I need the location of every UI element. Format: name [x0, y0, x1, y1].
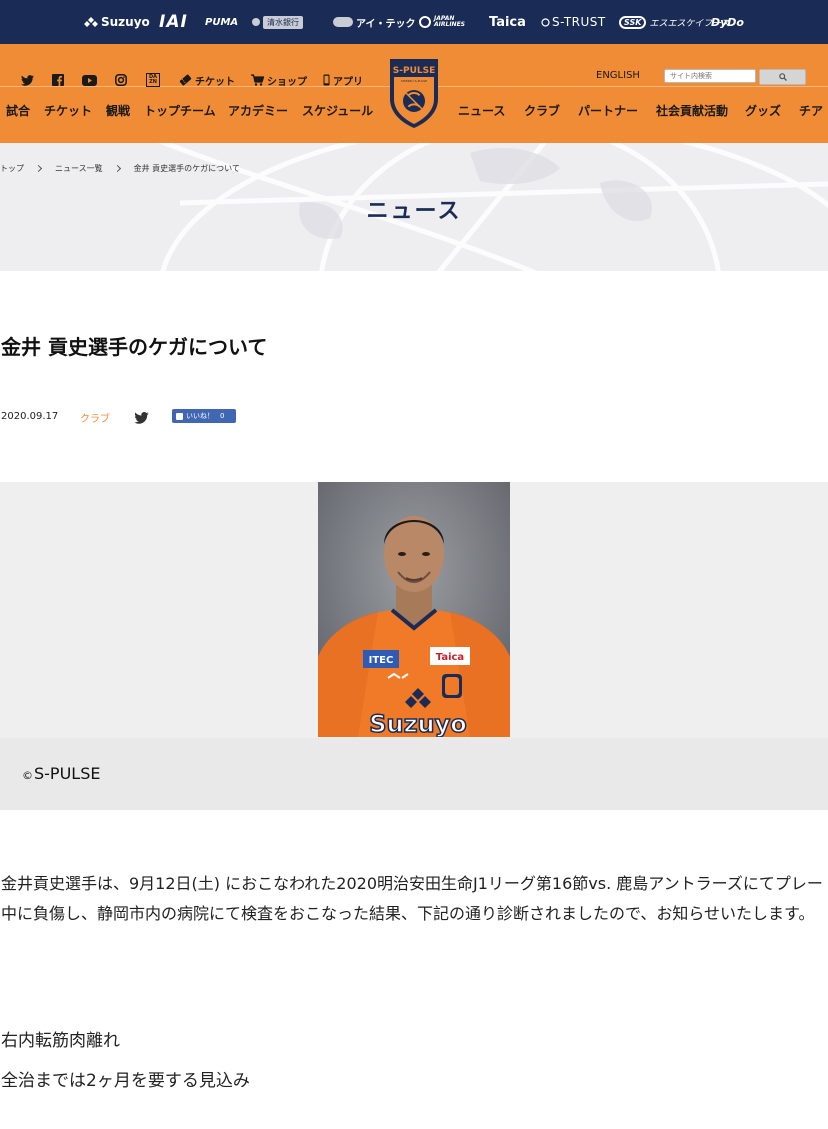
nav-tickets[interactable]: チケット — [44, 102, 92, 119]
breadcrumb-top[interactable]: トップ — [0, 163, 24, 174]
search-button[interactable] — [759, 69, 806, 85]
site-search-input[interactable] — [664, 69, 756, 83]
jal-crane-icon — [419, 16, 431, 28]
suzuyo-mark-icon — [84, 17, 98, 27]
nav-cheer[interactable]: チア — [799, 102, 823, 119]
ticket-icon — [179, 74, 192, 86]
nav-academy[interactable]: アカデミー — [228, 102, 288, 119]
page-hero: トップ ニュース一覧 金井 貢史選手のケガについて ニュース — [0, 143, 828, 271]
nav-goods[interactable]: グッズ — [745, 102, 781, 119]
shimizu-mark-icon — [252, 18, 260, 26]
shirt-suzuyo-text: Suzuyo — [369, 710, 467, 737]
sponsor-puma-logo[interactable]: PUMA — [205, 12, 238, 32]
page-title: ニュース — [366, 199, 462, 224]
twitter-link[interactable] — [21, 73, 34, 87]
site-header: DA ZN チケット ショップ アプリ S-PULSE SHIMIZU S-PUL… — [0, 44, 828, 143]
sponsor-dydo-logo[interactable]: DyDo — [711, 12, 744, 32]
dazn-link[interactable]: DA ZN — [146, 73, 160, 87]
thumbs-up-icon — [176, 412, 183, 420]
sponsor-jal-logo[interactable]: JAPAN AIRLINES — [419, 12, 465, 32]
youtube-icon — [82, 74, 97, 86]
breadcrumb: トップ ニュース一覧 金井 貢史選手のケガについて — [0, 163, 240, 174]
chevron-right-icon — [113, 164, 121, 173]
breadcrumb-current: 金井 貢史選手のケガについて — [133, 164, 240, 173]
caption-band — [0, 738, 828, 810]
sponsor-strust-logo[interactable]: S-TRUST — [541, 12, 606, 32]
player-portrait-image: ITEC Taica Suzuyo — [318, 482, 510, 737]
itec-mark-icon — [333, 17, 353, 27]
photo-caption: ©S-PULSE — [22, 764, 101, 783]
twitter-icon — [21, 74, 34, 86]
shirt-itec-text: ITEC — [369, 655, 394, 666]
player-photo: ITEC Taica Suzuyo — [318, 482, 510, 737]
phone-icon — [323, 74, 330, 86]
facebook-like-button[interactable]: いいね！ 0 — [172, 409, 236, 423]
app-link[interactable]: アプリ — [323, 73, 363, 88]
article-title: 金井 貢史選手のケガについて — [1, 335, 268, 359]
sponsor-shimizu-bank-logo[interactable]: 清水銀行 — [252, 12, 303, 32]
sponsor-iai-logo[interactable]: IAI — [159, 12, 188, 32]
logo-subtext: SHIMIZU S-PULSE — [401, 79, 427, 83]
s-pulse-logo[interactable]: S-PULSE SHIMIZU S-PULSE — [386, 55, 442, 129]
shirt-taica-text: Taica — [436, 652, 464, 663]
twitter-icon — [134, 412, 149, 424]
nav-social-contribution[interactable]: 社会貢献活動 — [656, 102, 728, 119]
logo-wordmark: S-PULSE — [393, 66, 436, 76]
facebook-icon — [52, 74, 64, 86]
facebook-link[interactable] — [52, 73, 64, 87]
instagram-icon — [115, 74, 127, 86]
cart-icon — [251, 74, 264, 86]
article-date: 2020.09.17 — [1, 411, 59, 422]
shop-link[interactable]: ショップ — [251, 73, 307, 88]
english-link[interactable]: ENGLISH — [596, 70, 640, 81]
recovery-estimate-text: 全治までは2ヶ月を要する見込み — [1, 1071, 250, 1091]
nav-top-team[interactable]: トップチーム — [144, 102, 216, 119]
article-body: 金井貢史選手は、9月12日(土) におこなわれた2020明治安田生命J1リーグ第… — [1, 874, 823, 923]
tweet-share-button[interactable] — [134, 409, 149, 428]
sponsor-taica-logo[interactable]: Taica — [489, 12, 526, 32]
sponsor-suzuyo-logo[interactable]: Suzuyo — [84, 12, 150, 32]
nav-matches[interactable]: 試合 — [6, 102, 30, 119]
article-category[interactable]: クラブ — [80, 410, 110, 425]
nav-schedule[interactable]: スケジュール — [302, 102, 373, 119]
ticket-link[interactable]: チケット — [179, 73, 235, 88]
nav-partner[interactable]: パートナー — [578, 102, 638, 119]
chevron-right-icon — [34, 164, 43, 173]
instagram-link[interactable] — [115, 73, 127, 87]
like-count: 0 — [220, 412, 225, 420]
nav-news[interactable]: ニュース — [458, 102, 505, 119]
sponsor-itec-logo[interactable]: アイ・テック — [333, 12, 416, 32]
strust-mark-icon — [541, 17, 550, 27]
nav-club[interactable]: クラブ — [524, 102, 560, 119]
breadcrumb-news-list[interactable]: ニュース一覧 — [55, 163, 103, 174]
diagnosis-text: 右内転筋肉離れ — [1, 1031, 120, 1051]
s-pulse-crest-icon: S-PULSE SHIMIZU S-PULSE — [390, 59, 438, 128]
dazn-icon: DA ZN — [146, 73, 160, 87]
search-icon — [778, 73, 787, 81]
nav-watching[interactable]: 観戦 — [106, 102, 130, 119]
youtube-link[interactable] — [82, 73, 97, 87]
sponsor-bar: Suzuyo IAI PUMA 清水銀行 アイ・テック JAPAN AIRLINE… — [0, 0, 828, 44]
